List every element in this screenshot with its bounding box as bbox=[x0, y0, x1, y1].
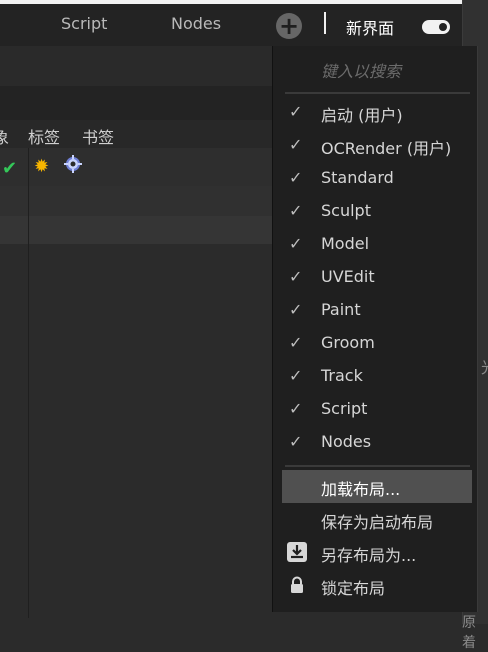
menu-item-label: Track bbox=[321, 366, 363, 385]
check-icon: ✓ bbox=[289, 432, 303, 451]
panel-header bbox=[0, 46, 272, 86]
menu-item-label: 加载布局... bbox=[321, 480, 401, 499]
new-ui-toggle[interactable] bbox=[422, 20, 450, 34]
tab-script[interactable]: Script bbox=[61, 14, 107, 33]
menu-item-label: UVEdit bbox=[321, 267, 375, 286]
menu-item-label: Groom bbox=[321, 333, 375, 352]
check-icon: ✓ bbox=[289, 300, 303, 319]
menu-item-layout[interactable]: ✓ Model bbox=[273, 228, 479, 261]
menu-item-label: 保存为启动布局 bbox=[321, 513, 434, 532]
check-icon: ✓ bbox=[289, 201, 303, 220]
object-manager-panel: 象 标签 书签 ✔ ✹ bbox=[0, 46, 272, 624]
menu-item-label: OCRender (用户) bbox=[321, 139, 452, 158]
menu-item-layout[interactable]: ✓ Standard bbox=[273, 162, 479, 195]
menu-search-input[interactable]: 键入以搜索 bbox=[321, 58, 401, 82]
object-row[interactable] bbox=[0, 186, 272, 216]
layout-dropdown-menu: 键入以搜索 ✓ 启动 (用户) ✓ OCRender (用户) ✓ Standa… bbox=[272, 46, 478, 612]
menu-item-layout[interactable]: ✓ UVEdit bbox=[273, 261, 479, 294]
add-layout-button[interactable]: + bbox=[276, 13, 302, 39]
new-ui-label: 新界面 bbox=[346, 19, 395, 38]
load-layout-menu-item[interactable]: 加载布局... bbox=[282, 470, 472, 503]
check-icon: ✓ bbox=[289, 399, 303, 418]
menu-item-layout[interactable]: ✓ Nodes bbox=[273, 426, 479, 459]
panel-tabs: 象 标签 书签 bbox=[0, 120, 272, 148]
menu-item-label: 锁定布局 bbox=[321, 579, 386, 598]
lock-layout-menu-item[interactable]: 锁定布局 bbox=[273, 569, 479, 602]
toolbar-separator bbox=[324, 12, 326, 34]
menu-item-label: Script bbox=[321, 399, 368, 418]
column-divider bbox=[28, 148, 29, 618]
sun-icon[interactable]: ✹ bbox=[34, 156, 49, 177]
toggle-knob bbox=[439, 23, 447, 31]
check-icon: ✓ bbox=[289, 234, 303, 253]
menu-item-label: Nodes bbox=[321, 432, 372, 451]
menu-divider bbox=[285, 465, 470, 467]
check-icon: ✓ bbox=[289, 102, 303, 121]
check-icon: ✓ bbox=[289, 333, 303, 352]
check-icon: ✓ bbox=[289, 267, 303, 286]
check-icon: ✓ bbox=[289, 168, 303, 187]
top-toolbar: Script Nodes + 新界面 bbox=[0, 0, 462, 46]
menu-item-label: 另存布局为... bbox=[321, 546, 417, 565]
menu-item-label: 启动 (用户) bbox=[321, 106, 403, 125]
download-icon bbox=[287, 542, 307, 562]
tab-bookmarks[interactable]: 书签 bbox=[82, 124, 114, 148]
menu-item-layout[interactable]: ✓ Paint bbox=[273, 294, 479, 327]
gear-icon[interactable] bbox=[63, 154, 83, 174]
right-rail-text: 光 bbox=[481, 354, 488, 378]
menu-item-layout[interactable]: ✓ Track bbox=[273, 360, 479, 393]
menu-item-label: Sculpt bbox=[321, 201, 371, 220]
tab-nodes[interactable]: Nodes bbox=[171, 14, 221, 33]
lock-icon bbox=[287, 575, 307, 595]
menu-item-layout[interactable]: ✓ Script bbox=[273, 393, 479, 426]
menu-divider bbox=[285, 92, 470, 94]
panel-subheader bbox=[0, 86, 272, 120]
menu-item-layout[interactable]: ✓ Groom bbox=[273, 327, 479, 360]
object-row[interactable] bbox=[0, 216, 272, 244]
save-startup-layout-menu-item[interactable]: 保存为启动布局 bbox=[273, 503, 479, 536]
menu-item-label: Standard bbox=[321, 168, 394, 187]
menu-item-layout[interactable]: ✓ Sculpt bbox=[273, 195, 479, 228]
check-icon: ✓ bbox=[289, 366, 303, 385]
right-rail-bottom-text: 原着 bbox=[462, 615, 476, 651]
tab-tags[interactable]: 标签 bbox=[28, 124, 60, 148]
menu-item-label: Model bbox=[321, 234, 370, 253]
save-layout-as-menu-item[interactable]: 另存布局为... bbox=[273, 536, 479, 569]
menu-item-layout[interactable]: ✓ OCRender (用户) bbox=[273, 129, 479, 162]
menu-item-layout[interactable]: ✓ 启动 (用户) bbox=[273, 96, 479, 129]
enabled-check-icon[interactable]: ✔ bbox=[2, 158, 17, 179]
tab-object[interactable]: 象 bbox=[0, 124, 9, 148]
menu-item-label: Paint bbox=[321, 300, 361, 319]
check-icon: ✓ bbox=[289, 135, 303, 154]
